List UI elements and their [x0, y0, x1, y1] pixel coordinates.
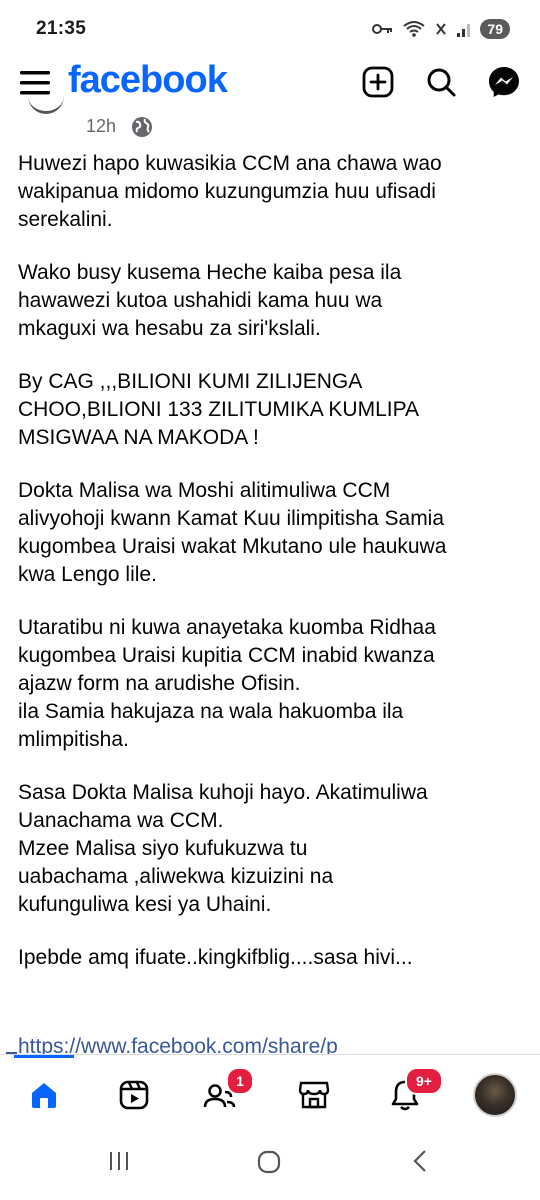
messenger-button[interactable] — [484, 62, 524, 102]
plus-square-icon — [362, 66, 394, 98]
post-text: Huwezi hapo kuwasikia CCM ana chawa wao … — [18, 150, 523, 997]
friends-badge: 1 — [226, 1067, 254, 1095]
home-icon — [32, 1083, 56, 1108]
search-icon — [427, 68, 456, 97]
video-icon — [119, 1080, 149, 1110]
post-paragraph: Huwezi hapo kuwasikia CCM ana chawa wao … — [18, 152, 442, 231]
notifications-badge: 9+ — [405, 1067, 443, 1095]
recent-apps-icon[interactable] — [107, 1149, 131, 1173]
marketplace-icon — [298, 1081, 330, 1109]
signal-bars-icon — [457, 24, 471, 37]
menu-icon[interactable] — [20, 68, 52, 98]
post-paragraph: Sasa Dokta Malisa kuhoji hayo. Akatimuli… — [18, 781, 428, 916]
tab-friends[interactable]: 1 — [192, 1067, 254, 1121]
signal-x-icon — [436, 23, 447, 35]
search-button[interactable] — [421, 62, 461, 102]
globe-icon — [132, 117, 152, 137]
back-icon[interactable] — [410, 1149, 430, 1173]
post-timestamp[interactable]: 12h — [86, 116, 116, 137]
key-icon — [372, 24, 393, 34]
post-paragraph: Ipebde amq ifuate..kingkifblig....sasa h… — [18, 946, 413, 969]
wifi-icon — [403, 21, 426, 37]
messenger-icon — [489, 67, 519, 97]
bottom-nav: 1 9+ — [0, 1055, 540, 1135]
post-link[interactable]: https://www.facebook.com/share/p — [18, 1033, 538, 1055]
system-nav-bar — [0, 1135, 540, 1200]
post-paragraph: Wako busy kusema Heche kaiba pesa ila ha… — [18, 261, 402, 340]
active-tab-indicator — [14, 1055, 74, 1058]
author-avatar[interactable] — [28, 96, 64, 114]
post-paragraph: Dokta Malisa wa Moshi alitimuliwa CCM al… — [18, 479, 447, 586]
tab-marketplace[interactable] — [286, 1069, 342, 1121]
profile-avatar — [473, 1073, 517, 1117]
status-bar: 21:35 79 — [0, 0, 540, 58]
facebook-logo[interactable]: facebook — [68, 58, 228, 102]
home-circle-icon[interactable] — [256, 1149, 282, 1175]
tab-video[interactable] — [106, 1069, 162, 1121]
create-button[interactable] — [358, 62, 398, 102]
tab-notifications[interactable]: 9+ — [377, 1067, 443, 1121]
status-time: 21:35 — [36, 18, 87, 39]
battery-indicator: 79 — [480, 19, 510, 39]
status-icons: 79 — [372, 19, 510, 39]
post-paragraph: Utaratibu ni kuwa anayetaka kuomba Ridha… — [18, 616, 436, 751]
post-paragraph: By CAG ,,,BILIONI KUMI ZILIJENGA CHOO,BI… — [18, 370, 420, 449]
tab-home[interactable] — [16, 1069, 72, 1121]
post-meta: 12h — [0, 110, 540, 144]
app-header: facebook — [0, 58, 540, 110]
tab-profile[interactable] — [467, 1069, 523, 1121]
